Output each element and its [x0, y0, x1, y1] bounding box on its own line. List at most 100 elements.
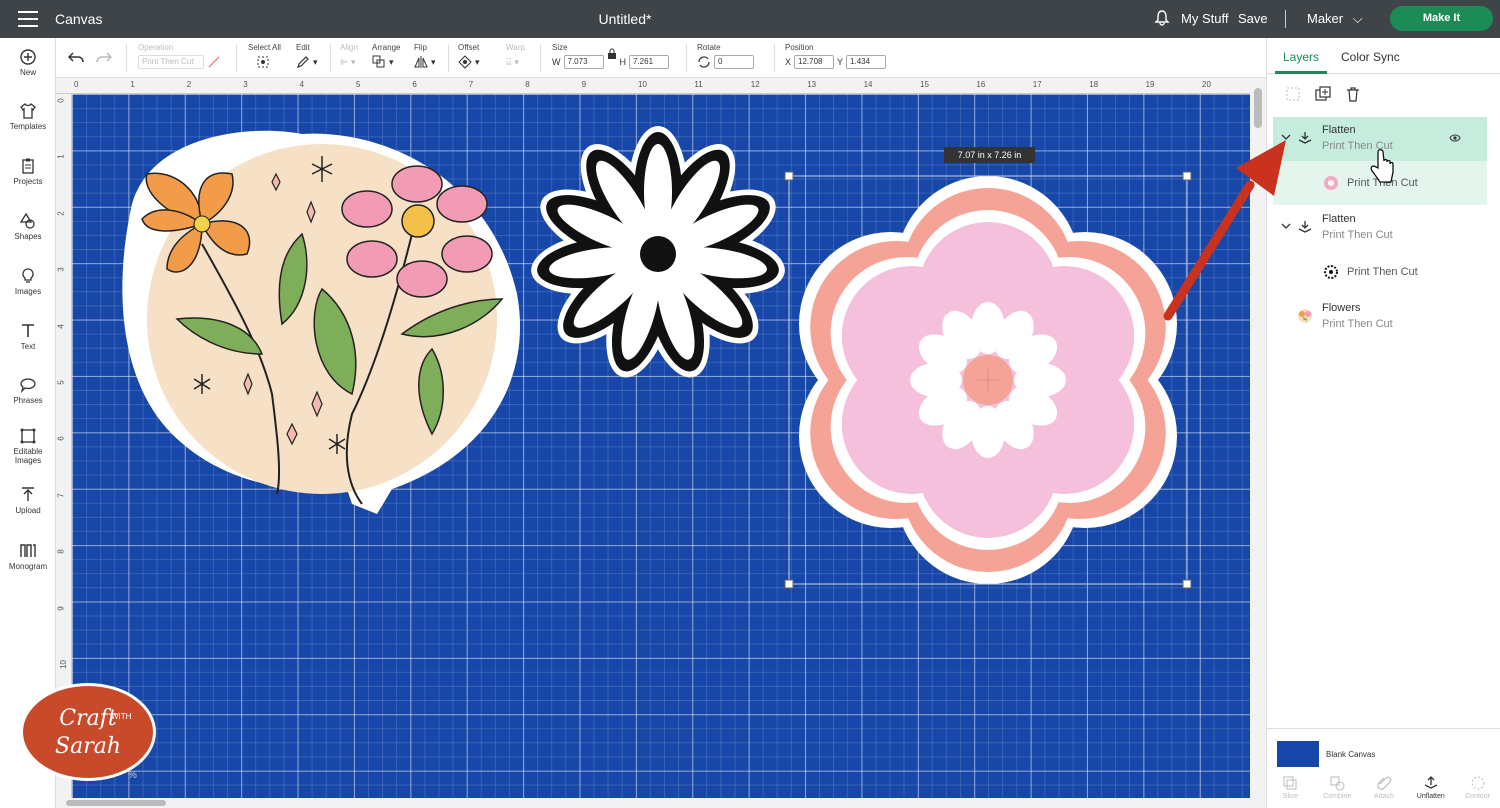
- machine-label: Maker: [1307, 11, 1344, 26]
- panel-footer: Blank Canvas Slice Combine Attach Unflat…: [1267, 728, 1500, 808]
- align-label: Align: [340, 43, 358, 52]
- nav-label: Images: [14, 287, 42, 296]
- flip-label: Flip: [414, 43, 427, 52]
- ruler-tick: 0: [74, 80, 79, 89]
- my-stuff-link[interactable]: My Stuff: [1181, 11, 1228, 26]
- logo-text-sarah: Sarah: [55, 734, 121, 759]
- chevron-down-icon[interactable]: [1281, 132, 1291, 142]
- layer-child-2[interactable]: Print Then Cut: [1273, 250, 1487, 294]
- layer-name: Flatten: [1322, 124, 1356, 136]
- x-input[interactable]: 12.708: [794, 55, 835, 69]
- ruler-tick: 14: [863, 80, 873, 89]
- tool-label: Slice: [1282, 793, 1298, 800]
- arrange-group[interactable]: Arrange ▾: [372, 43, 400, 70]
- undo-icon[interactable]: [68, 51, 84, 65]
- pencil-icon[interactable]: [296, 55, 310, 69]
- nav-images[interactable]: Images: [0, 267, 56, 296]
- position-label: Position: [785, 43, 814, 52]
- zoom-level[interactable]: %: [128, 770, 137, 781]
- select-all-group[interactable]: Select All: [248, 43, 281, 70]
- edit-group[interactable]: Edit ▾: [296, 43, 318, 70]
- slice-icon: [1283, 776, 1297, 790]
- slice-button[interactable]: Slice: [1268, 775, 1312, 800]
- operation-select[interactable]: Print Then Cut: [138, 55, 204, 69]
- ruler-tick: 8: [525, 80, 530, 89]
- size-group: Size W 7.073 H 7.261: [552, 43, 669, 70]
- horizontal-scrollbar[interactable]: [56, 798, 1266, 808]
- width-input[interactable]: 7.073: [563, 55, 604, 69]
- chevron-down-icon[interactable]: [1281, 221, 1291, 231]
- layer-flatten-2[interactable]: Flatten Print Then Cut: [1273, 206, 1487, 250]
- trash-icon[interactable]: [1345, 86, 1361, 102]
- eye-icon[interactable]: [1449, 133, 1461, 143]
- operation-label: Operation: [138, 43, 174, 52]
- layer-flowers[interactable]: Flowers Print Then Cut: [1273, 295, 1487, 339]
- arrange-icon[interactable]: [372, 55, 386, 69]
- tab-layers[interactable]: Layers: [1283, 50, 1319, 64]
- daisy-sticker[interactable]: [527, 126, 789, 385]
- warp-icon: ⌸: [506, 56, 512, 67]
- ruler-tick: 18: [1089, 80, 1099, 89]
- toolbar-divider: [448, 44, 449, 72]
- offset-label: Offset: [458, 43, 480, 52]
- combine-icon: [1330, 776, 1345, 791]
- edit-toolbar: Operation Print Then Cut Select All Edit…: [56, 38, 1266, 78]
- offset-group[interactable]: Offset ▾: [458, 43, 480, 70]
- scroll-thumb[interactable]: [66, 800, 166, 806]
- align-group[interactable]: Align ⊫ ▾: [340, 43, 358, 70]
- contour-button[interactable]: Contour: [1456, 775, 1500, 800]
- warp-label: Warp: [506, 43, 525, 52]
- select-all-icon[interactable]: [256, 55, 270, 69]
- position-group: Position X 12.708 Y 1.434: [785, 43, 887, 70]
- unflatten-button[interactable]: Unflatten: [1409, 775, 1453, 800]
- duplicate-icon[interactable]: [1315, 86, 1331, 102]
- save-button[interactable]: Save: [1238, 11, 1268, 26]
- text-t-icon: [22, 324, 34, 337]
- make-it-button[interactable]: Make It: [1390, 6, 1493, 31]
- ruler-tick: 7: [56, 493, 66, 498]
- group-icon[interactable]: [1285, 86, 1301, 102]
- flip-icon[interactable]: [414, 55, 428, 69]
- toolbar-divider: [330, 44, 331, 72]
- layer-flatten-1[interactable]: Flatten Print Then Cut: [1273, 117, 1487, 161]
- redo-icon[interactable]: [96, 51, 112, 65]
- shapes-icon: [19, 212, 35, 229]
- rotate-input[interactable]: 0: [714, 55, 754, 69]
- nav-editable-images[interactable]: Editable Images: [0, 427, 56, 465]
- nav-text[interactable]: Text: [0, 322, 56, 351]
- ruler-tick: 4: [56, 323, 66, 329]
- bell-icon[interactable]: [1154, 10, 1170, 26]
- layer-name: Flowers: [1322, 302, 1361, 314]
- lock-icon[interactable]: [607, 48, 617, 60]
- vertical-scrollbar[interactable]: [1250, 78, 1266, 798]
- scroll-thumb[interactable]: [1254, 88, 1262, 128]
- ruler-tick: 6: [56, 436, 66, 442]
- nav-projects[interactable]: Projects: [0, 157, 56, 186]
- nav-phrases[interactable]: Phrases: [0, 376, 56, 405]
- toolbar-divider: [686, 44, 687, 72]
- nav-shapes[interactable]: Shapes: [0, 212, 56, 241]
- shirt-icon: [20, 103, 36, 119]
- flowers-thumbnail-icon: [1298, 309, 1312, 323]
- attach-button[interactable]: Attach: [1362, 775, 1406, 800]
- operation-group[interactable]: Operation Print Then Cut: [138, 43, 221, 70]
- combine-button[interactable]: Combine: [1315, 775, 1359, 800]
- offset-icon[interactable]: [458, 55, 472, 69]
- machine-select[interactable]: Maker ⌵: [1307, 11, 1363, 27]
- nav-new[interactable]: New: [0, 48, 56, 77]
- flowers-sticker[interactable]: [122, 130, 521, 514]
- design-canvas[interactable]: 7.07 in x 7.26 in: [72, 94, 1250, 798]
- layer-operation: Print Then Cut: [1322, 318, 1393, 330]
- nav-upload[interactable]: Upload: [0, 486, 56, 515]
- y-input[interactable]: 1.434: [846, 55, 887, 69]
- tab-color-sync[interactable]: Color Sync: [1341, 50, 1400, 64]
- nav-label: Phrases: [13, 396, 43, 405]
- nav-templates[interactable]: Templates: [0, 102, 56, 131]
- canvas-color-swatch[interactable]: [1277, 741, 1319, 767]
- flip-group[interactable]: Flip ▾: [414, 43, 436, 70]
- height-input[interactable]: 7.261: [629, 55, 669, 69]
- pink-flower-sticker[interactable]: [799, 176, 1177, 584]
- nav-monogram[interactable]: Monogram: [0, 542, 56, 571]
- warp-group[interactable]: Warp ⌸ ▾: [506, 43, 525, 70]
- layer-child-1[interactable]: Print Then Cut: [1273, 161, 1487, 205]
